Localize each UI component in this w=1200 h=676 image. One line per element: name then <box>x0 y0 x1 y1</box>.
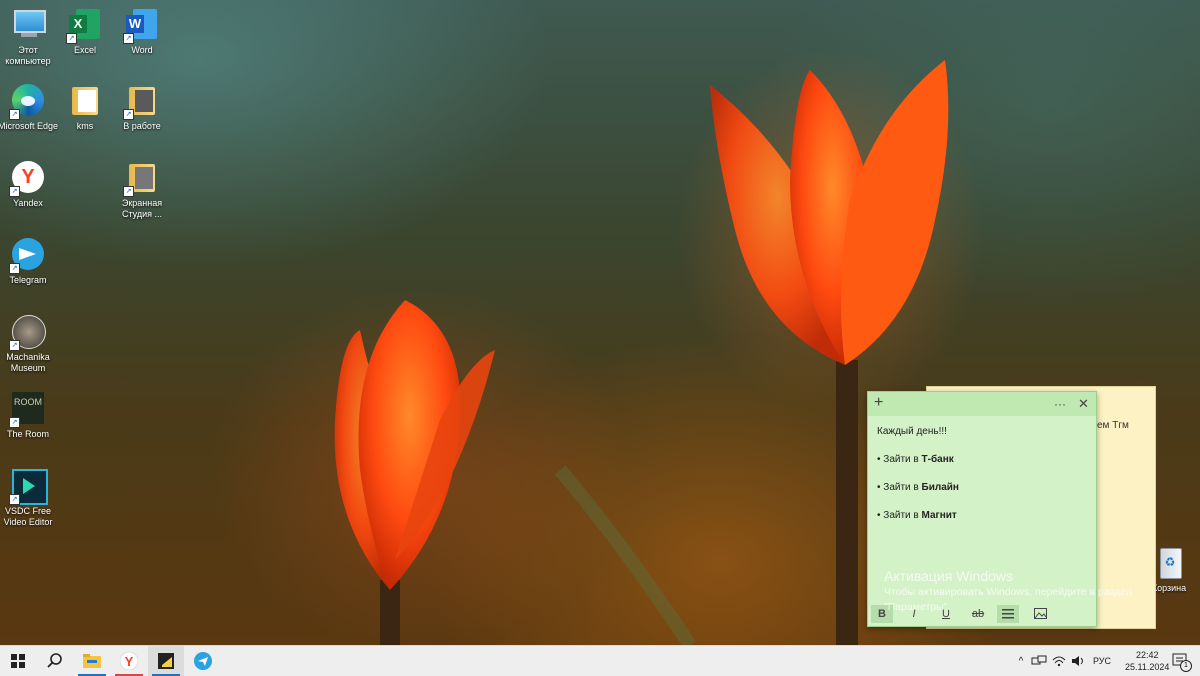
item-prefix: • Зайти в <box>877 510 922 521</box>
edge-icon: ↗ <box>9 84 45 120</box>
system-tray: ^ РУС 22:42 25.11.2024 <box>1014 646 1170 676</box>
volume-icon[interactable] <box>1071 655 1085 667</box>
desktop-icon-the-room[interactable]: ROOM ↗ The Room <box>0 392 60 440</box>
desktop-icon-v-rabote[interactable]: ↗ В работе <box>110 84 174 132</box>
computer-icon <box>11 8 46 42</box>
sticky-note-partial-text: ем Тгм <box>1097 420 1129 431</box>
icon-label: Machanika Museum <box>6 352 50 373</box>
sticky-notes-icon <box>158 653 174 669</box>
search-button[interactable] <box>37 646 73 676</box>
word-icon: W ↗ <box>123 8 159 44</box>
the-room-icon: ROOM ↗ <box>9 392 45 428</box>
svg-text:Y: Y <box>125 654 134 669</box>
folder-icon: ↗ <box>123 84 159 120</box>
telegram-icon: ↗ <box>9 238 45 274</box>
desktop-icon-vsdc[interactable]: ↗ VSDC Free Video Editor <box>0 469 60 528</box>
desktop-icon-this-pc[interactable]: Этот компьютер <box>0 8 60 67</box>
desktop-icon-yandex[interactable]: Y ↗ Yandex <box>0 161 60 209</box>
icon-label: Этот компьютер <box>5 45 51 66</box>
folder-icon <box>68 84 102 118</box>
desktop-icon-microsoft-edge[interactable]: ↗ Microsoft Edge <box>0 84 60 132</box>
more-menu-icon[interactable]: ··· <box>1054 397 1066 411</box>
icon-label: kms <box>76 121 94 131</box>
icon-label: Yandex <box>13 198 43 208</box>
taskbar-file-explorer[interactable] <box>74 646 110 676</box>
wifi-icon[interactable] <box>1052 655 1066 667</box>
taskbar: Y ^ РУС 22:42 25.11.2024 1 <box>0 645 1200 676</box>
language-indicator[interactable]: РУС <box>1093 656 1111 666</box>
activation-title: Активация Windows <box>884 568 1014 584</box>
recycle-bin-icon: ♻ <box>1152 546 1186 580</box>
taskbar-yandex[interactable]: Y <box>111 646 147 676</box>
icon-label: Microsoft Edge <box>0 121 59 131</box>
sticky-note-titlebar[interactable]: + ··· ✕ <box>868 392 1096 416</box>
windows-logo-icon <box>11 654 25 668</box>
item-prefix: • Зайти в <box>877 482 922 493</box>
desktop-icon-word[interactable]: W ↗ Word <box>110 8 174 56</box>
clock-time: 22:42 <box>1135 650 1159 660</box>
icon-label: В работе <box>123 121 161 131</box>
excel-icon: X ↗ <box>66 8 102 44</box>
taskbar-sticky-notes[interactable] <box>148 646 184 676</box>
desktop-icon-kms[interactable]: kms <box>53 84 117 132</box>
close-icon[interactable]: ✕ <box>1078 396 1089 412</box>
icon-label: Word <box>131 45 153 55</box>
notification-count-badge: 1 <box>1180 660 1192 672</box>
sticky-note-content[interactable]: Каждый день!!! • Зайти в Т-банк • Зайти … <box>868 416 1096 548</box>
item-bold: Магнит <box>921 510 957 521</box>
machanika-icon: ↗ <box>9 315 46 351</box>
vsdc-icon: ↗ <box>9 469 48 505</box>
note-heading: Каждый день!!! <box>877 426 947 437</box>
desktop-icon-telegram[interactable]: ↗ Telegram <box>0 238 60 286</box>
note-list-item: • Зайти в Магнит <box>877 510 1087 521</box>
folder-icon <box>83 654 101 668</box>
item-bold: Т-банк <box>921 454 954 465</box>
activation-line1: Чтобы активировать Windows, перейдите в … <box>884 586 1132 598</box>
icon-label: Telegram <box>9 275 47 285</box>
desktop-wallpaper: Этот компьютер X ↗ Excel W ↗ Word ↗ Micr… <box>0 0 1200 645</box>
telegram-icon <box>194 652 212 670</box>
desktop-icon-machanika-museum[interactable]: ↗ Machanika Museum <box>0 315 60 374</box>
folder-icon: ↗ <box>123 161 159 197</box>
desktop-icon-ekrannaya-studiya[interactable]: ↗ Экранная Студия ... <box>110 161 174 220</box>
note-list-item: • Зайти в Билайн <box>877 482 1087 493</box>
windows-activation-watermark: Активация Windows Чтобы активировать Win… <box>884 568 1132 614</box>
yandex-icon: Y <box>120 652 138 670</box>
desktop-icon-excel[interactable]: X ↗ Excel <box>53 8 117 56</box>
add-note-icon[interactable]: + <box>874 394 883 412</box>
search-icon <box>47 653 62 668</box>
chevron-up-icon[interactable]: ^ <box>1014 656 1028 667</box>
icon-label: Excel <box>73 45 96 55</box>
network-icon[interactable] <box>1031 655 1047 667</box>
activation-line2: "Параметры". <box>884 601 951 613</box>
yandex-icon: Y ↗ <box>9 161 45 197</box>
icon-label: The Room <box>6 429 50 439</box>
taskbar-telegram[interactable] <box>185 646 221 676</box>
note-list-item: • Зайти в Т-банк <box>877 454 1087 465</box>
icon-label: VSDC Free Video Editor <box>3 506 53 527</box>
item-prefix: • Зайти в <box>877 454 922 465</box>
icon-label: Экранная Студия ... <box>121 198 163 219</box>
item-bold: Билайн <box>921 482 959 493</box>
notification-center-button[interactable]: 1 <box>1162 646 1198 676</box>
start-button[interactable] <box>0 646 36 676</box>
